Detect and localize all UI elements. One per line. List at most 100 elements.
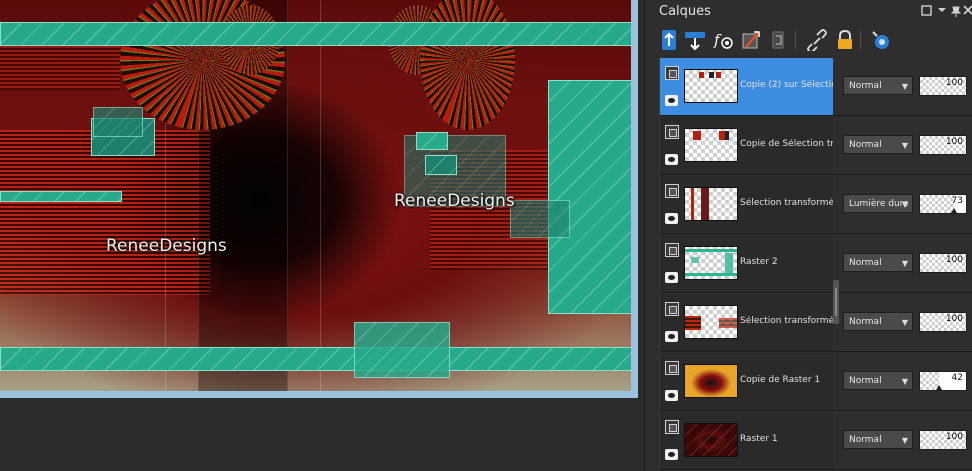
layer-row-main[interactable]: Copie de Raster 1: [659, 353, 834, 411]
layers-list: Copie (2) sur Sélection tr Normal ▼ 100 …: [659, 58, 972, 471]
blend-mode-select[interactable]: Normal ▼: [843, 430, 913, 449]
layer-row[interactable]: Copie de Sélection transf Normal ▼ 100: [659, 117, 972, 175]
opacity-marker-icon: [936, 385, 942, 390]
lock-icon[interactable]: [833, 28, 857, 52]
opacity-fill: [920, 195, 954, 213]
layer-thumbnail: [684, 305, 738, 339]
chevron-down-icon[interactable]: [935, 5, 949, 19]
opacity-slider[interactable]: 100: [919, 253, 967, 273]
canvas-workspace[interactable]: ReneeDesigns ReneeDesigns: [0, 0, 644, 471]
link-icon[interactable]: [805, 28, 829, 52]
opacity-slider[interactable]: 100: [919, 76, 967, 96]
layer-row-controls: Normal ▼ 100: [833, 412, 972, 470]
blend-mode-value: Normal: [849, 81, 882, 91]
opacity-marker-icon: [951, 208, 957, 213]
opacity-value: 73: [951, 196, 963, 206]
opacity-value: 100: [945, 314, 963, 324]
layers-panel: Calques f Copie (2) sur Sélecti Normal ▼…: [644, 0, 972, 471]
layer-row[interactable]: Copie (2) sur Sélection tr Normal ▼ 100: [659, 58, 972, 116]
blend-mode-value: Normal: [849, 376, 882, 386]
layer-row-controls: Normal ▼ 100: [833, 117, 972, 175]
new-raster-layer-icon[interactable]: [657, 28, 681, 52]
watermark-text-left: ReneeDesigns: [106, 236, 227, 256]
layer-row[interactable]: Sélection transformée 1 Normal ▼ 100: [659, 294, 972, 352]
layer-row-main[interactable]: Raster 1: [659, 412, 834, 470]
layer-name: Copie de Raster 1: [740, 375, 821, 385]
new-vector-layer-icon[interactable]: [683, 28, 707, 52]
layer-row-main[interactable]: Copie (2) sur Sélection tr: [659, 58, 834, 116]
layer-row-main[interactable]: Raster 2: [659, 235, 834, 293]
layer-thumbnail: [684, 187, 738, 221]
layer-name: Sélection transformée 1: [740, 316, 834, 326]
layer-thumbnail: [684, 69, 738, 103]
adjustment-layer-icon[interactable]: [767, 28, 791, 52]
layer-row-controls: Normal ▼ 100: [833, 58, 972, 116]
layer-effects-icon[interactable]: f: [711, 28, 735, 52]
layer-thumbnail: [684, 423, 738, 457]
watermark-text-right: ReneeDesigns: [394, 191, 515, 211]
layer-name: Raster 1: [740, 434, 778, 444]
mask-icon[interactable]: [739, 28, 763, 52]
opacity-slider[interactable]: 100: [919, 135, 967, 155]
opacity-value: 42: [951, 373, 963, 383]
layer-thumbnail: [684, 128, 738, 162]
teal-band-top: [0, 22, 631, 46]
blend-mode-value: Normal: [849, 435, 882, 445]
visibility-eye-icon[interactable]: [665, 449, 678, 460]
blend-mode-select[interactable]: Normal ▼: [843, 76, 913, 95]
opacity-slider[interactable]: 73: [919, 194, 967, 214]
teal-box-left-2: [93, 107, 143, 137]
opacity-slider[interactable]: 42: [919, 371, 967, 391]
visibility-eye-icon[interactable]: [665, 331, 678, 342]
close-icon[interactable]: [961, 5, 972, 19]
layer-name: Copie (2) sur Sélection tr: [740, 80, 834, 90]
square-icon[interactable]: [919, 5, 933, 19]
layer-group-icon[interactable]: [665, 420, 679, 434]
blend-mode-value: Normal: [849, 140, 882, 150]
layer-row[interactable]: Raster 1 Normal ▼ 100: [659, 412, 972, 470]
svg-text:f: f: [713, 31, 722, 49]
layer-group-icon[interactable]: [665, 243, 679, 257]
layer-row[interactable]: Copie de Raster 1 Normal ▼ 42: [659, 353, 972, 411]
blend-mode-select[interactable]: Normal ▼: [843, 312, 913, 331]
blend-mode-select[interactable]: Normal ▼: [843, 253, 913, 272]
teal-box-mid-right: [510, 200, 570, 238]
opacity-slider[interactable]: 100: [919, 430, 967, 450]
teal-strip-left: [0, 191, 122, 202]
panel-title: Calques: [659, 4, 711, 19]
canvas-frame: ReneeDesigns ReneeDesigns: [0, 0, 638, 398]
layer-name: Copie de Sélection transf: [740, 139, 834, 149]
layer-row-main[interactable]: Sélection transformée: [659, 176, 834, 234]
layer-row-controls: Lumière dure ▼ 73: [833, 176, 972, 234]
blend-mode-value: Normal: [849, 317, 882, 327]
panel-splitter-handle[interactable]: [833, 280, 839, 324]
layer-row-main[interactable]: Sélection transformée 1: [659, 294, 834, 352]
dropdown-arrow-icon: ▼: [901, 200, 908, 209]
blend-mode-select[interactable]: Normal ▼: [843, 135, 913, 154]
teal-box-bottom: [354, 322, 450, 378]
layer-row[interactable]: Sélection transformée Lumière dure ▼ 73: [659, 176, 972, 234]
dropdown-arrow-icon: ▼: [901, 377, 908, 386]
dropdown-arrow-icon: ▼: [901, 259, 908, 268]
visibility-eye-icon[interactable]: [665, 213, 678, 224]
opacity-value: 100: [945, 255, 963, 265]
blend-mode-select[interactable]: Normal ▼: [843, 371, 913, 390]
layer-group-icon[interactable]: [665, 184, 679, 198]
blend-mode-select[interactable]: Lumière dure ▼: [843, 194, 913, 213]
fill-icon[interactable]: [869, 28, 893, 52]
artwork-canvas[interactable]: ReneeDesigns ReneeDesigns: [0, 0, 631, 391]
layer-row-main[interactable]: Copie de Sélection transf: [659, 117, 834, 175]
visibility-eye-icon[interactable]: [665, 390, 678, 401]
visibility-eye-icon[interactable]: [665, 272, 678, 283]
visibility-eye-icon[interactable]: [665, 154, 678, 165]
layer-group-icon[interactable]: [665, 125, 679, 139]
visibility-eye-icon[interactable]: [665, 95, 678, 106]
blend-mode-value: Normal: [849, 258, 882, 268]
blend-mode-value: Lumière dure: [849, 199, 909, 209]
teal-band-bottom: [0, 347, 631, 371]
layer-group-icon[interactable]: [665, 302, 679, 316]
layer-row[interactable]: Raster 2 Normal ▼ 100: [659, 235, 972, 293]
layer-group-icon[interactable]: [665, 66, 679, 80]
opacity-slider[interactable]: 100: [919, 312, 967, 332]
layer-group-icon[interactable]: [665, 361, 679, 375]
